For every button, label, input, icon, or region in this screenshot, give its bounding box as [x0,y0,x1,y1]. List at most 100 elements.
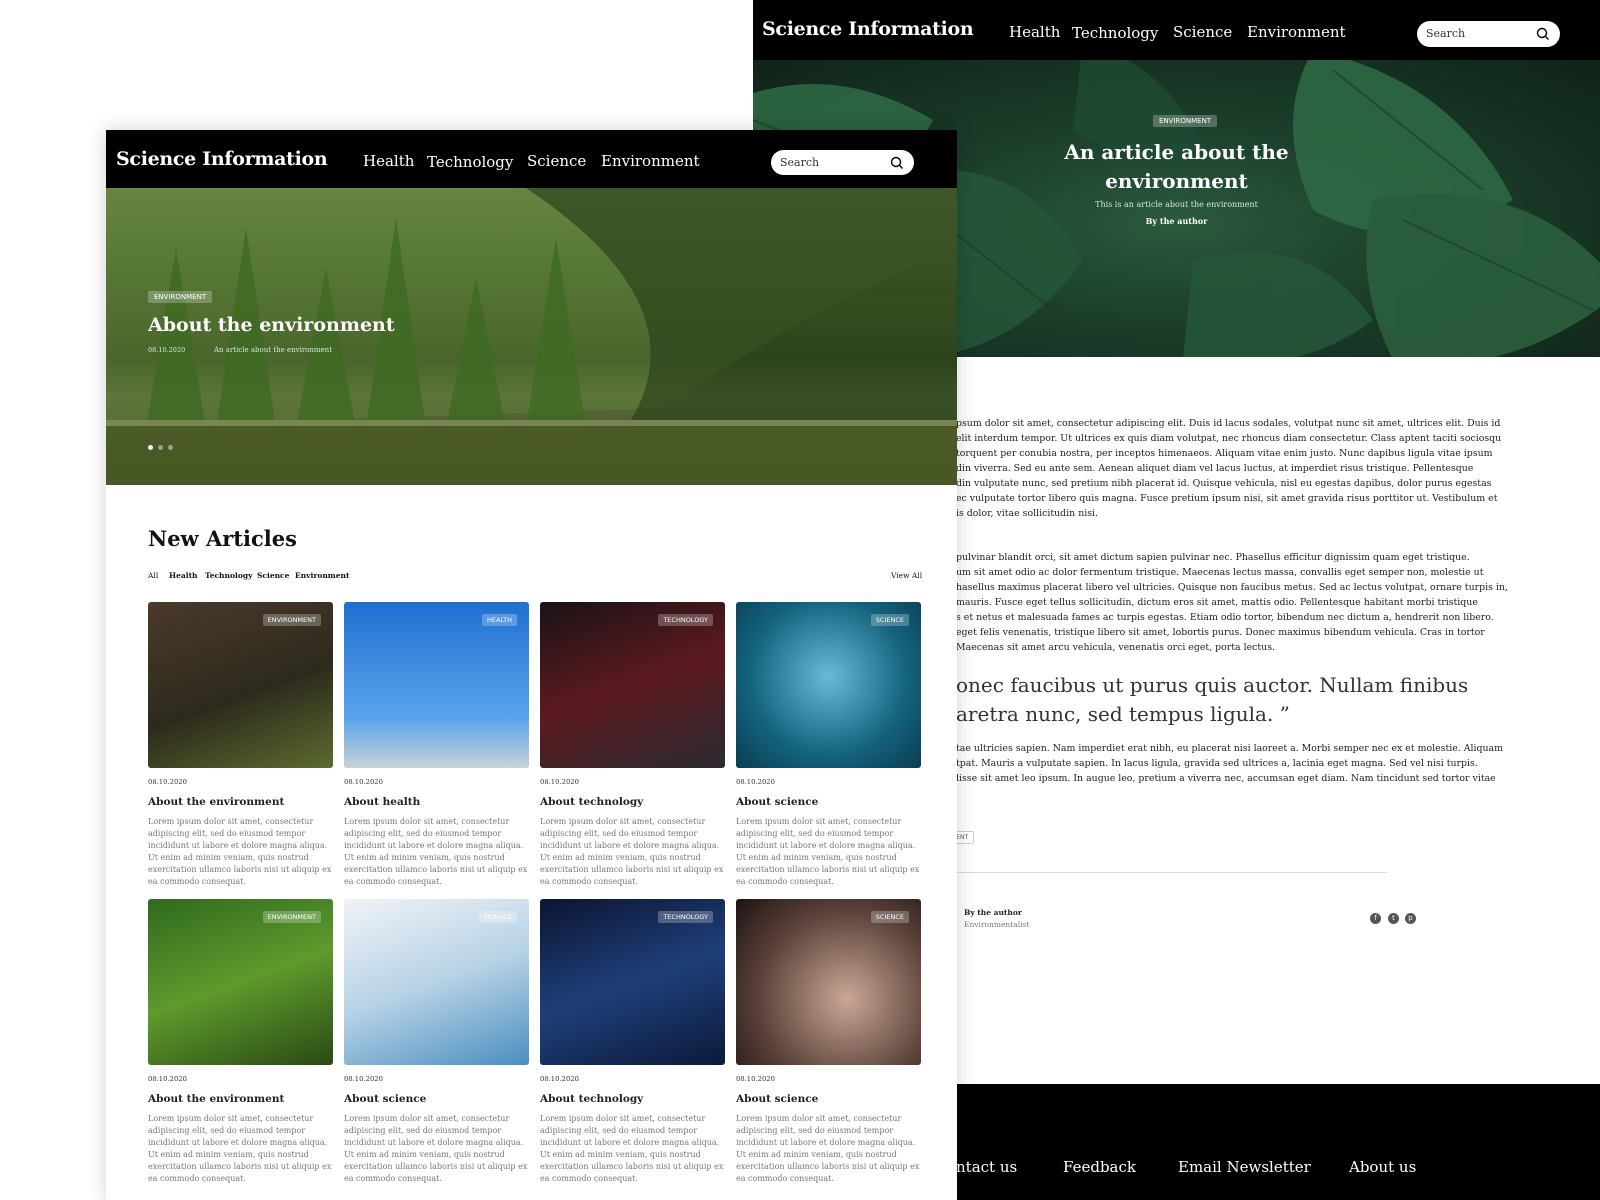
article-card-image[interactable]: HEALTH [344,602,529,768]
article-card-image[interactable]: ENVIRONMENT [148,602,333,768]
article-navbar: Science Information Health Technology Sc… [753,0,1600,60]
article-card-date: 08.10.2020 [344,778,383,786]
carousel-dot-2[interactable] [158,445,163,450]
screenshot-stage: Science Information Health Technology Sc… [0,0,1600,1200]
article-card-date: 08.10.2020 [540,1075,579,1083]
article-card-image[interactable]: TECHNOLOGY [540,899,725,1065]
pull-quote-line-1: onec faucibus ut purus quis auctor. Null… [956,673,1469,697]
filter-science[interactable]: Science [257,571,289,580]
pinterest-icon[interactable]: p [1405,913,1416,924]
nav-link-science[interactable]: Science [1173,23,1232,41]
article-card-date: 08.10.2020 [540,778,579,786]
footer-link-newsletter[interactable]: Email Newsletter [1178,1158,1311,1176]
footer-link-feedback[interactable]: Feedback [1063,1158,1136,1176]
filter-health[interactable]: Health [169,571,197,580]
article-paragraph-2: pulvinar blandit orci, sit amet dictum s… [956,550,1586,655]
article-card-date: 08.10.2020 [148,778,187,786]
article-card-date: 08.10.2020 [148,1075,187,1083]
paragraph-line: psum dolor sit amet, consectetur adipisc… [956,418,1501,429]
article-card-title[interactable]: About science [736,1093,921,1105]
paragraph-line: Maecenas sit amet arcu vehicula, venenat… [956,642,1275,653]
article-card-image[interactable]: ENVIRONMENT [148,899,333,1065]
filter-technology[interactable]: Technology [205,571,252,580]
article-card-category: SCIENCE [478,911,517,923]
article-card[interactable]: ENVIRONMENT 08.10.2020 About the environme… [148,602,333,888]
paragraph-line: ec vulputate tortor libero quis magna. F… [956,493,1498,504]
article-card-excerpt: Lorem ipsum dolor sit amet, consectetur … [148,1114,332,1183]
article-card-title[interactable]: About technology [540,796,725,808]
article-card-title[interactable]: About health [344,796,529,808]
article-card-excerpt: Lorem ipsum dolor sit amet, consectetur … [736,817,920,886]
article-card-title[interactable]: About the environment [148,1093,333,1105]
footer-link-contact[interactable]: ntact us [956,1158,1017,1176]
search-icon[interactable] [890,156,904,170]
filter-environment[interactable]: Environment [295,571,349,580]
search-input[interactable]: Search [1417,21,1560,47]
carousel-dot-1[interactable] [148,445,153,450]
hero-title[interactable]: About the environment [148,314,395,336]
article-card[interactable]: SCIENCE 08.10.2020 About science Lorem ipsu… [736,899,921,1185]
paragraph-line: s et netus et malesuada fames ac turpis … [956,612,1494,623]
paragraph-line: eget felis venenatis, tristique libero s… [956,627,1485,638]
hero-category-badge: ENVIRONMENT [148,291,213,303]
article-card-image[interactable]: SCIENCE [344,899,529,1065]
article-card-image[interactable]: SCIENCE [736,899,921,1065]
paragraph-line: um sit amet odio ac dolor fermentum tris… [956,567,1484,578]
article-card-excerpt: Lorem ipsum dolor sit amet, consectetur … [540,1114,724,1183]
article-card-title[interactable]: About science [344,1093,529,1105]
hero-subtitle: An article about the environment [214,346,333,354]
article-card-image[interactable]: TECHNOLOGY [540,602,725,768]
featured-hero: ENVIRONMENT About the environment 08.10.… [106,188,957,485]
view-all-link[interactable]: View All [891,571,922,580]
nav-link-technology[interactable]: Technology [427,153,513,171]
facebook-icon[interactable]: f [1370,913,1381,924]
forest-lake-image [106,188,957,485]
article-card-title[interactable]: About technology [540,1093,725,1105]
article-card-date: 08.10.2020 [736,778,775,786]
nav-link-environment[interactable]: Environment [601,152,700,170]
paragraph-line: tae ultricies sapien. Nam imperdiet erat… [956,743,1504,754]
paragraph-line: pulvinar blandit orci, sit amet dictum s… [956,552,1470,563]
nav-link-science[interactable]: Science [527,152,586,170]
article-card-date: 08.10.2020 [736,1075,775,1083]
nav-link-health[interactable]: Health [363,152,414,170]
article-card-title[interactable]: About the environment [148,796,333,808]
pull-quote-line-2: aretra nunc, sed tempus ligula. ” [956,702,1290,726]
paragraph-line: din viverra. Sed eu ante sem. Aenean ali… [956,463,1474,474]
filter-all[interactable]: All [148,571,158,580]
article-card[interactable]: TECHNOLOGY 08.10.2020 About technology Lore… [540,602,725,888]
article-card-title[interactable]: About science [736,796,921,808]
article-card-category: SCIENCE [870,911,909,923]
article-card-excerpt: Lorem ipsum dolor sit amet, consectetur … [344,817,528,886]
article-card-excerpt: Lorem ipsum dolor sit amet, consectetur … [148,817,332,886]
article-card-excerpt: Lorem ipsum dolor sit amet, consectetur … [540,817,724,886]
footer-link-about[interactable]: About us [1349,1158,1416,1176]
article-card-excerpt: Lorem ipsum dolor sit amet, consectetur … [344,1114,528,1183]
carousel-dots [148,435,178,454]
article-card[interactable]: SCIENCE 08.10.2020 About science Lorem ipsu… [736,602,921,888]
article-card[interactable]: SCIENCE 08.10.2020 About science Lorem ipsu… [344,899,529,1185]
site-logo[interactable]: Science Information [762,18,974,40]
nav-link-technology[interactable]: Technology [1072,24,1158,42]
carousel-dot-3[interactable] [168,445,173,450]
paragraph-line: mauris. Fusce eget tellus sollicitudin, … [956,597,1478,608]
site-logo[interactable]: Science Information [116,148,328,170]
article-card[interactable]: ENVIRONMENT 08.10.2020 About the environme… [148,899,333,1185]
nav-link-health[interactable]: Health [1009,23,1060,41]
search-input[interactable]: Search [771,150,914,175]
nav-link-environment[interactable]: Environment [1247,23,1346,41]
search-placeholder: Search [1426,27,1466,40]
paragraph-line: lisse sit amet leo ipsum. In augue leo, … [956,773,1496,784]
article-card-category: TECHNOLOGY [658,911,713,923]
article-card[interactable]: HEALTH 08.10.2020 About health Lorem ipsum … [344,602,529,888]
twitter-icon[interactable]: t [1388,913,1399,924]
article-card-excerpt: Lorem ipsum dolor sit amet, consectetur … [736,1114,920,1183]
article-card-category: SCIENCE [870,614,909,626]
search-icon[interactable] [1536,27,1550,41]
article-card[interactable]: TECHNOLOGY 08.10.2020 About technology Lore… [540,899,725,1185]
paragraph-line: torquent per conubia nostra, per incepto… [956,448,1493,459]
author-divider [949,872,1387,873]
article-card-image[interactable]: SCIENCE [736,602,921,768]
article-card-category: ENVIRONMENT [262,911,321,923]
author-role: Environmentalist [964,920,1030,929]
